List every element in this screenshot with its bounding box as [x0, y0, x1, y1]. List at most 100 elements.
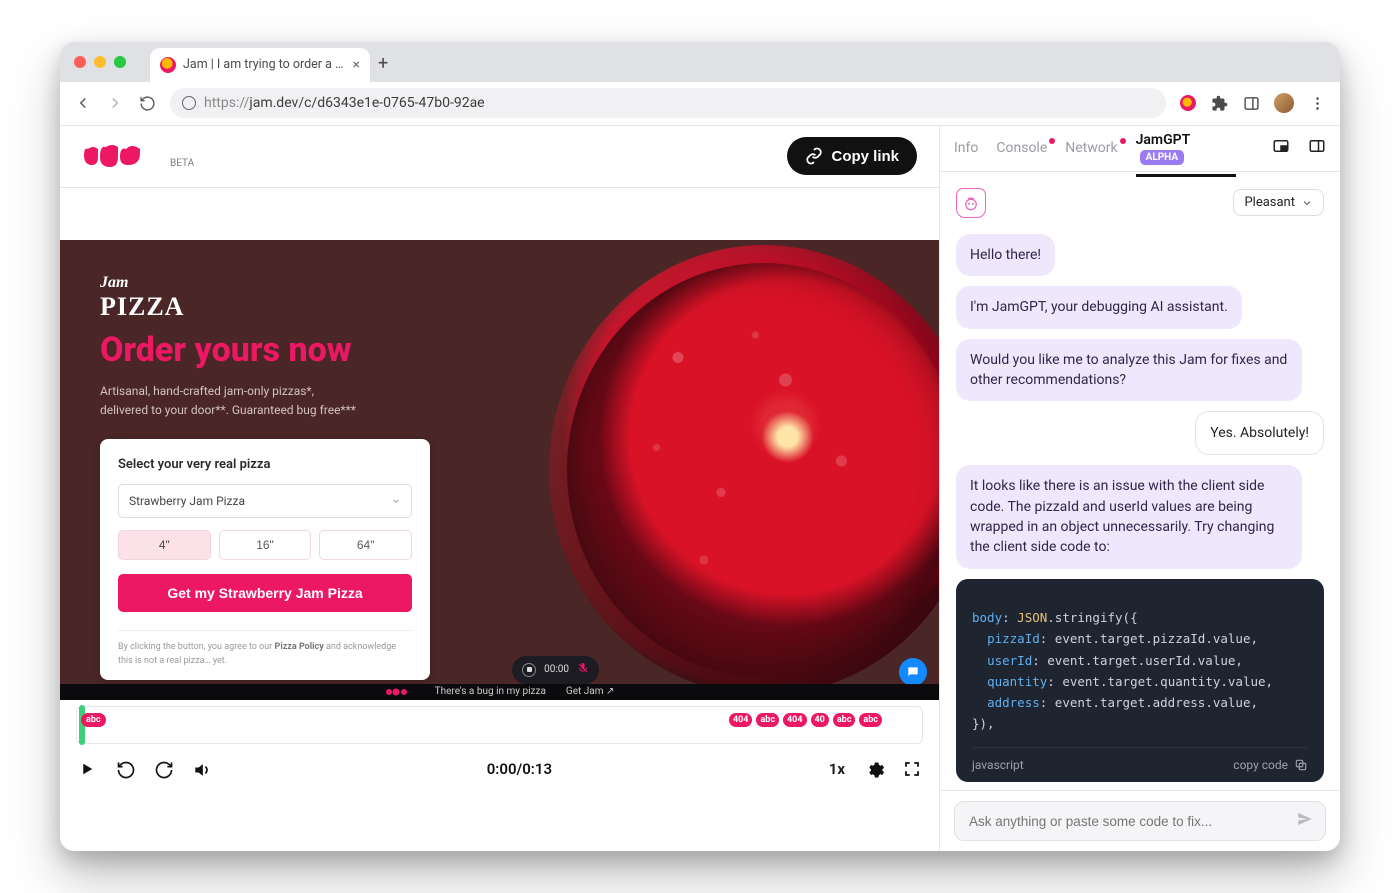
chat-scroll[interactable]: Pleasant Hello there! I'm JamGPT, your d…	[940, 172, 1340, 790]
timeline-marker[interactable]: 40	[811, 713, 829, 727]
tone-selector[interactable]: Pleasant	[1233, 189, 1324, 216]
copy-code-button[interactable]: copy code	[1233, 758, 1308, 772]
back-icon[interactable]	[74, 94, 92, 112]
maximize-window-button[interactable]	[114, 56, 126, 68]
chat-message-user: Yes. Absolutely!	[1195, 411, 1324, 455]
captured-page-view: Jam PIZZA Order yours now Artisanal, han…	[60, 240, 939, 700]
site-info-icon[interactable]	[182, 96, 196, 110]
forward-skip-icon[interactable]	[154, 760, 172, 778]
timeline-marker[interactable]: 404	[783, 713, 807, 727]
timeline[interactable]: abc 404 abc 404 40 abc abc	[76, 706, 923, 744]
size-option-1[interactable]: 16"	[219, 530, 312, 560]
window-controls	[74, 56, 126, 68]
jam-extension-icon[interactable]	[1180, 95, 1196, 111]
footer-link[interactable]: Get Jam ↗	[566, 686, 614, 697]
app-content: BETA Copy link Jam PIZZA Order yours now	[60, 126, 1340, 851]
volume-icon[interactable]	[192, 760, 210, 778]
settings-icon[interactable]	[865, 760, 883, 778]
chrome-menu-icon[interactable]	[1308, 94, 1326, 112]
hero-subtitle: Artisanal, hand-crafted jam-only pizzas*…	[100, 382, 430, 419]
order-fineprint: By clicking the button, you agree to our…	[118, 630, 412, 668]
pizza-select[interactable]: Strawberry Jam Pizza	[118, 484, 412, 518]
play-icon[interactable]	[78, 760, 96, 778]
chat-input[interactable]	[954, 801, 1326, 841]
browser-tab[interactable]: Jam | I am trying to order a pizz… ×	[150, 48, 370, 82]
code-content: body: JSON.stringify({ pizzaId: event.ta…	[972, 607, 1308, 735]
chat-message-bot: It looks like there is an issue with the…	[956, 465, 1302, 568]
timeline-marker[interactable]: 404	[729, 713, 753, 727]
rewind-icon[interactable]	[116, 760, 134, 778]
tab-title: Jam | I am trying to order a pizz…	[183, 57, 346, 72]
browser-window: Jam | I am trying to order a pizz… × + h…	[60, 42, 1340, 851]
tab-info[interactable]: Info	[954, 140, 978, 156]
right-pane: Info Console Network JamGPT ALPHA	[940, 126, 1340, 851]
toolbar-right	[1180, 93, 1326, 113]
jam-logo[interactable]: BETA	[82, 139, 194, 173]
order-card-heading: Select your very real pizza	[118, 457, 412, 472]
chevron-down-icon	[1301, 197, 1313, 209]
timeline-marker[interactable]: abc	[756, 713, 779, 727]
logo-beta-badge: BETA	[170, 158, 194, 173]
timeline-marker[interactable]: abc	[833, 713, 856, 727]
bot-avatar-icon	[956, 188, 986, 218]
extensions-icon[interactable]	[1210, 94, 1228, 112]
new-tab-button[interactable]: +	[378, 53, 388, 74]
tone-value: Pleasant	[1244, 195, 1295, 210]
timeline-marker-start[interactable]: abc	[81, 713, 106, 727]
hero-image	[549, 245, 939, 695]
brand-bar: BETA Copy link	[60, 126, 939, 188]
playback-speed[interactable]: 1x	[829, 760, 845, 778]
intercom-chat-icon[interactable]	[899, 658, 927, 686]
chat-message-bot: Hello there!	[956, 234, 1055, 276]
timeline-marker[interactable]: abc	[859, 713, 882, 727]
tab-console[interactable]: Console	[996, 140, 1047, 156]
hero-title: Order yours now	[100, 330, 430, 370]
order-card: Select your very real pizza Strawberry J…	[100, 439, 430, 680]
mic-muted-icon[interactable]	[577, 662, 589, 677]
link-icon	[805, 147, 823, 165]
side-panel-icon[interactable]	[1242, 94, 1260, 112]
pizza-select-value: Strawberry Jam Pizza	[129, 494, 245, 508]
chat-message-bot: Would you like me to analyze this Jam fo…	[956, 339, 1302, 402]
playback-time: 0:00/0:13	[487, 760, 552, 778]
rec-time: 00:00	[544, 664, 569, 675]
copy-link-button[interactable]: Copy link	[787, 137, 917, 175]
size-option-0[interactable]: 4"	[118, 530, 211, 560]
profile-avatar[interactable]	[1274, 93, 1294, 113]
send-icon[interactable]	[1296, 810, 1314, 832]
tab-favicon	[160, 57, 176, 73]
captured-footer: There's a bug in my pizza Get Jam ↗	[60, 684, 939, 700]
captured-site-logo: Jam PIZZA	[100, 274, 430, 322]
player-controls: 0:00/0:13 1x	[60, 744, 939, 794]
alpha-badge: ALPHA	[1140, 150, 1184, 165]
size-selector: 4" 16" 64"	[118, 530, 412, 560]
address-bar[interactable]: https://jam.dev/c/d6343e1e-0765-47b0-92a…	[170, 88, 1166, 118]
code-block: body: JSON.stringify({ pizzaId: event.ta…	[956, 579, 1324, 783]
reload-icon[interactable]	[138, 94, 156, 112]
size-option-2[interactable]: 64"	[319, 530, 412, 560]
minimize-window-button[interactable]	[94, 56, 106, 68]
console-badge-icon	[1049, 138, 1055, 144]
network-badge-icon	[1120, 138, 1126, 144]
tab-network[interactable]: Network	[1065, 140, 1117, 156]
pip-icon[interactable]	[1272, 137, 1290, 159]
tab-jamgpt[interactable]: JamGPT ALPHA	[1136, 132, 1236, 164]
chat-input-row	[940, 790, 1340, 851]
fullscreen-icon[interactable]	[903, 760, 921, 778]
chevron-down-icon	[391, 496, 401, 506]
code-language: javascript	[972, 758, 1024, 772]
right-tabs: Info Console Network JamGPT ALPHA	[940, 126, 1340, 172]
url-text: https://jam.dev/c/d6343e1e-0765-47b0-92a…	[204, 95, 485, 111]
order-cta-button[interactable]: Get my Strawberry Jam Pizza	[118, 574, 412, 612]
recording-pill: 00:00	[512, 656, 599, 684]
forward-icon[interactable]	[106, 94, 124, 112]
copy-icon	[1294, 758, 1308, 772]
chat-message-bot: I'm JamGPT, your debugging AI assistant.	[956, 286, 1242, 328]
footer-text: There's a bug in my pizza	[435, 686, 546, 697]
stop-record-icon[interactable]	[522, 663, 536, 677]
close-tab-icon[interactable]: ×	[353, 57, 360, 73]
chrome-toolbar: https://jam.dev/c/d6343e1e-0765-47b0-92a…	[60, 82, 1340, 126]
close-window-button[interactable]	[74, 56, 86, 68]
collapse-panel-icon[interactable]	[1308, 137, 1326, 159]
chrome-tab-bar: Jam | I am trying to order a pizz… × +	[60, 42, 1340, 82]
